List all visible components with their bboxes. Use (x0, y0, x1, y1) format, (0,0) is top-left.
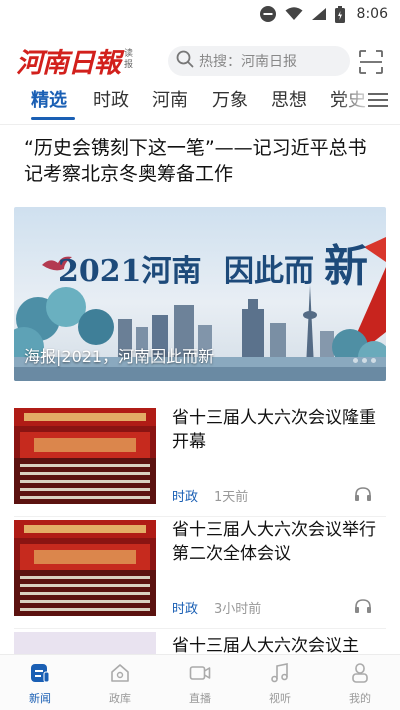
article-separator (14, 628, 386, 629)
nav-mine[interactable]: 我的 (320, 655, 400, 710)
banner-title-big: 新 (323, 241, 368, 292)
scan-button[interactable] (358, 49, 384, 75)
tab-sixiang[interactable]: 思想 (271, 86, 307, 112)
article-meta: 时政 1天前 (172, 486, 248, 505)
logo-sub-1: 读 (124, 49, 134, 59)
nav-label: 直播 (189, 692, 211, 705)
logo-subtitle: 读 报 (124, 49, 133, 71)
nav-news[interactable]: 新闻 (0, 655, 80, 710)
article-time: 3小时前 (214, 602, 262, 617)
category-tabs: 精选 时政 河南 万象 思想 党史 (0, 86, 400, 122)
article-item-3[interactable]: 省十三届人大六次会议主 (14, 632, 386, 654)
tab-divider (0, 124, 400, 125)
article-item-2[interactable]: 省十三届人大六次会议举行第二次全体会议 时政 3小时前 (14, 520, 386, 630)
nav-zhengku[interactable]: 政库 (80, 655, 160, 710)
article-category[interactable]: 时政 (172, 486, 198, 505)
article-thumbnail (14, 632, 156, 654)
status-bar: 8:06 (0, 0, 400, 28)
tab-menu-icon[interactable] (368, 92, 388, 108)
article-title: 省十三届人大六次会议主 (172, 636, 359, 654)
headphones-icon[interactable] (354, 598, 372, 614)
article-thumbnail (14, 408, 156, 504)
logo-sub-2: 报 (124, 60, 134, 70)
nav-label: 我的 (349, 692, 371, 705)
dnd-icon (259, 5, 277, 23)
banner-title: 2021河南 因此而新 (58, 230, 368, 294)
article-meta: 时政 3小时前 (172, 598, 261, 617)
nav-label: 政库 (109, 692, 131, 705)
battery-icon (334, 5, 345, 23)
search-placeholder: 热搜：河南日报 (199, 54, 297, 70)
headphones-icon[interactable] (354, 486, 372, 502)
video-camera-icon (189, 666, 211, 680)
article-time: 1天前 (214, 490, 249, 505)
headline-article[interactable]: “历史会镌刻下这一笔”——记习近平总书记考察北京冬奥筹备工作 (24, 135, 384, 187)
bottom-nav: 新闻 政库 直播 视听 我的 (0, 654, 400, 710)
scan-icon (359, 50, 383, 74)
banner-carousel[interactable]: 2021河南 因此而新 海报|2021，河南因此而新 (14, 207, 386, 381)
nav-audio-video[interactable]: 视听 (240, 655, 320, 710)
banner-title-main: 2021河南 (58, 254, 202, 289)
article-category[interactable]: 时政 (172, 598, 198, 617)
active-tab-indicator (31, 117, 75, 120)
nav-label: 新闻 (29, 692, 51, 705)
banner-caption: 海报|2021，河南因此而新 (24, 347, 215, 366)
logo-text: 河南日報 (16, 47, 121, 79)
article-item-1[interactable]: 省十三届人大六次会议隆重开幕 时政 1天前 (14, 408, 386, 518)
search-input[interactable]: 热搜：河南日报 (168, 46, 350, 76)
carousel-dots (353, 358, 376, 363)
article-separator (14, 516, 386, 517)
music-note-icon (271, 663, 288, 683)
tab-jingxuan[interactable]: 精选 (31, 86, 67, 112)
nav-label: 视听 (269, 692, 291, 705)
home-icon (111, 664, 129, 682)
person-icon (352, 663, 368, 683)
status-time: 8:06 (356, 6, 388, 22)
nav-live[interactable]: 直播 (160, 655, 240, 710)
app-header: 河南日報 读 报 热搜：河南日报 (0, 40, 400, 84)
wifi-icon (285, 7, 303, 21)
app-logo: 河南日報 读 报 (16, 40, 133, 80)
tab-henan[interactable]: 河南 (152, 86, 188, 112)
tab-shizheng[interactable]: 时政 (93, 86, 129, 112)
search-icon (176, 50, 194, 72)
article-title: 省十三届人大六次会议举行第二次全体会议 (172, 520, 376, 564)
article-thumbnail (14, 520, 156, 616)
tab-wanxiang[interactable]: 万象 (212, 86, 248, 112)
news-icon (31, 664, 50, 683)
article-title: 省十三届人大六次会议隆重开幕 (172, 408, 376, 452)
signal-icon (311, 7, 327, 21)
banner-title-mid: 因此而 (223, 254, 314, 289)
